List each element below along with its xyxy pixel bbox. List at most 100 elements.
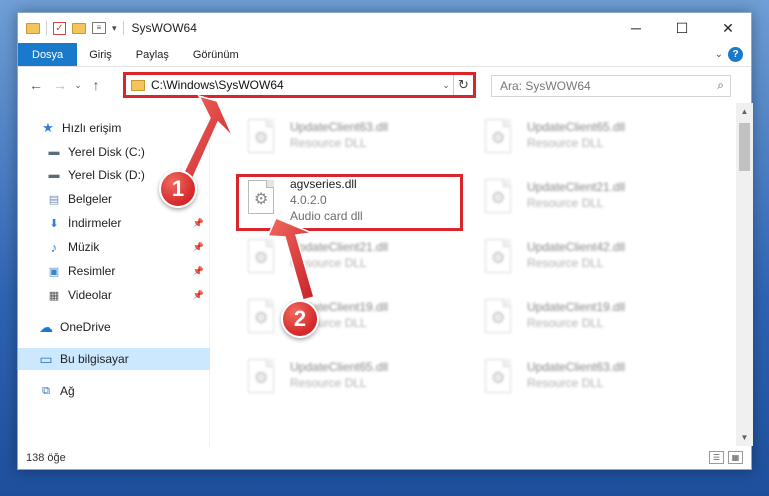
ribbon-tabs: Dosya Giriş Paylaş Görünüm ⌄ ?: [18, 43, 751, 67]
documents-icon: ▤: [48, 193, 60, 206]
file-tile[interactable]: ⚙ UpdateClient21.dll Resource DLL: [238, 235, 466, 283]
file-tile[interactable]: ⚙ UpdateClient65.dll Resource DLL: [238, 355, 466, 403]
sidebar-item-this-pc[interactable]: ▭ Bu bilgisayar: [18, 348, 210, 370]
scroll-down-icon[interactable]: ▼: [736, 429, 753, 446]
forward-button[interactable]: →: [48, 77, 72, 93]
file-name: UpdateClient42.dll: [527, 240, 626, 254]
file-name: UpdateClient21.dll: [527, 180, 626, 194]
pictures-icon: ▣: [48, 265, 60, 278]
sidebar-item-label: Hızlı erişim: [62, 121, 122, 135]
sidebar-item-pictures[interactable]: ▣ Resimler 📌: [18, 260, 210, 282]
address-bar[interactable]: C:\Windows\SysWOW64 ⌄ ↻: [123, 72, 476, 98]
file-name: UpdateClient63.dll: [527, 360, 626, 374]
window-controls: ─ ☐ ✕: [613, 13, 751, 43]
recent-locations-icon[interactable]: ⌄: [72, 80, 84, 91]
sidebar-item-quick-access[interactable]: ★ Hızlı erişim: [18, 117, 210, 139]
file-description: Resource DLL: [527, 376, 604, 390]
dll-file-icon: ⚙: [244, 119, 280, 159]
dll-file-icon: ⚙: [244, 359, 280, 399]
sidebar-item-label: Yerel Disk (D:): [68, 168, 145, 182]
address-path[interactable]: C:\Windows\SysWOW64: [151, 78, 439, 92]
step-2-badge: 2: [281, 300, 319, 338]
file-name: UpdateClient65.dll: [290, 360, 389, 374]
file-description: Resource DLL: [527, 256, 604, 270]
file-description: Resource DLL: [290, 376, 367, 390]
cloud-icon: ☁: [39, 318, 53, 335]
sidebar-item-videos[interactable]: ▦ Videolar 📌: [18, 284, 210, 306]
toolbar-divider: [122, 21, 124, 35]
drive-icon: ▬: [48, 169, 60, 181]
scroll-up-icon[interactable]: ▲: [736, 103, 753, 120]
folder-icon: [131, 79, 145, 91]
title-bar: ✓ ≡ ▾ SysWOW64 ─ ☐ ✕: [18, 13, 751, 43]
properties-check-icon[interactable]: ✓: [53, 21, 66, 35]
file-name: agvseries.dll: [290, 177, 357, 191]
tab-share[interactable]: Paylaş: [124, 43, 181, 66]
sidebar-item-disk-c[interactable]: ▬ Yerel Disk (C:): [18, 141, 210, 163]
close-button[interactable]: ✕: [705, 13, 751, 43]
customize-icon[interactable]: ≡: [92, 22, 106, 34]
help-icon[interactable]: ?: [728, 47, 743, 62]
file-name: UpdateClient63.dll: [290, 120, 389, 134]
quick-access-toolbar: ✓ ≡ ▾: [18, 21, 124, 35]
star-icon: ★: [42, 120, 54, 135]
item-count: 138 öğe: [26, 452, 66, 464]
tab-home[interactable]: Giriş: [77, 43, 124, 66]
chevron-down-icon[interactable]: ▾: [112, 23, 117, 34]
file-tile[interactable]: ⚙ UpdateClient63.dll Resource DLL: [238, 115, 466, 163]
explorer-window: ✓ ≡ ▾ SysWOW64 ─ ☐ ✕ Dosya Giriş Paylaş …: [17, 12, 753, 470]
file-tile[interactable]: ⚙ UpdateClient63.dll Resource DLL: [475, 355, 703, 403]
file-description: Audio card dll: [290, 209, 363, 223]
refresh-button[interactable]: ↻: [453, 75, 473, 95]
dll-file-icon: ⚙: [481, 179, 517, 219]
navigation-bar: ← → ⌄ ↑ C:\Windows\SysWOW64 ⌄ ↻ Ara: Sys…: [18, 67, 751, 103]
pin-icon[interactable]: 📌: [193, 290, 204, 301]
sidebar-item-onedrive[interactable]: ☁ OneDrive: [18, 316, 210, 338]
network-icon: ⧉: [42, 384, 50, 397]
sidebar-item-network[interactable]: ⧉ Ağ: [18, 380, 210, 402]
tab-file[interactable]: Dosya: [18, 43, 78, 66]
vertical-scrollbar[interactable]: ▲ ▼: [736, 103, 753, 446]
file-description: Resource DLL: [527, 316, 604, 330]
dll-file-icon: ⚙: [244, 239, 280, 279]
search-icon: ⌕: [717, 78, 724, 92]
navigation-pane: ★ Hızlı erişim ▬ Yerel Disk (C:) ▬ Yerel…: [18, 103, 210, 446]
minimize-button[interactable]: ─: [613, 13, 659, 43]
file-tile[interactable]: ⚙ UpdateClient19.dll Resource DLL: [238, 295, 466, 343]
file-name: UpdateClient21.dll: [290, 240, 389, 254]
toolbar-divider: [46, 21, 47, 35]
downloads-icon: ⬇: [49, 217, 59, 230]
file-description: Resource DLL: [527, 136, 604, 150]
pin-icon[interactable]: 📌: [193, 242, 204, 253]
up-button[interactable]: ↑: [84, 77, 108, 93]
dll-file-icon: ⚙: [481, 119, 517, 159]
drive-icon: ▬: [48, 146, 60, 158]
sidebar-item-label: Müzik: [68, 240, 100, 254]
new-folder-icon[interactable]: [72, 22, 86, 34]
step-1-badge: 1: [159, 170, 197, 208]
file-version: 4.0.2.0: [290, 193, 327, 207]
file-tile[interactable]: ⚙ UpdateClient42.dll Resource DLL: [475, 235, 703, 283]
tiles-view-icon[interactable]: ▦: [728, 451, 743, 464]
file-tile-agvseries[interactable]: ⚙ agvseries.dll 4.0.2.0 Audio card dll: [238, 176, 466, 224]
back-button[interactable]: ←: [24, 77, 48, 93]
sidebar-item-label: Videolar: [68, 288, 112, 302]
expand-ribbon-icon[interactable]: ⌄: [715, 49, 723, 60]
details-view-icon[interactable]: ☰: [709, 451, 724, 464]
file-tile[interactable]: ⚙ UpdateClient19.dll Resource DLL: [475, 295, 703, 343]
sidebar-item-music[interactable]: ♪ Müzik 📌: [18, 236, 210, 258]
file-name: UpdateClient19.dll: [527, 300, 626, 314]
search-input[interactable]: Ara: SysWOW64 ⌕: [491, 75, 731, 97]
view-switcher: ☰ ▦: [709, 451, 743, 464]
sidebar-item-label: Resimler: [68, 264, 116, 278]
sidebar-item-downloads[interactable]: ⬇ İndirmeler 📌: [18, 212, 210, 234]
file-tile[interactable]: ⚙ UpdateClient65.dll Resource DLL: [475, 115, 703, 163]
pin-icon[interactable]: 📌: [193, 266, 204, 277]
chevron-down-icon[interactable]: ⌄: [439, 80, 453, 91]
pin-icon[interactable]: 📌: [193, 218, 204, 229]
file-description: Resource DLL: [527, 196, 604, 210]
tab-view[interactable]: Görünüm: [181, 43, 251, 66]
file-tile[interactable]: ⚙ UpdateClient21.dll Resource DLL: [475, 175, 703, 223]
maximize-button[interactable]: ☐: [659, 13, 705, 43]
scroll-thumb[interactable]: [739, 123, 750, 171]
